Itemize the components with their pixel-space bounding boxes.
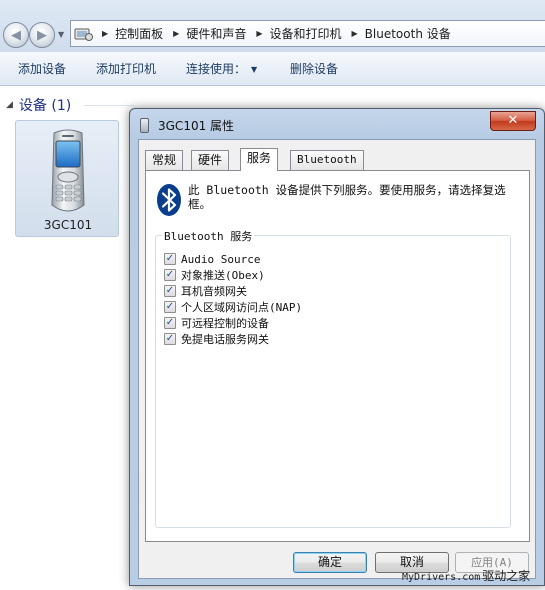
service-label: 可远程控制的设备 <box>181 317 269 330</box>
service-checkbox[interactable]: ✓ <box>164 301 176 313</box>
breadcrumb-separator-icon: ▶ <box>102 29 109 38</box>
phone-small-icon <box>140 118 149 133</box>
watermark: MyDrivers.com 驱动之家 <box>402 567 530 584</box>
service-label: Audio Source <box>181 252 261 266</box>
dialog-client-area: 常规 硬件 服务 Bluetooth 此 Bluetooth 设备提供下列服务。… <box>138 139 536 579</box>
chevron-down-icon: ▼ <box>251 65 258 74</box>
arrow-right-icon: ▶ <box>37 27 47 43</box>
devices-group-title: 设备 (1) <box>18 98 72 114</box>
service-label: 对象推送(Obex) <box>181 269 265 282</box>
back-button[interactable]: ◀ <box>3 22 29 48</box>
breadcrumb-bluetooth-devices[interactable]: Bluetooth 设备 <box>365 25 451 42</box>
services-tab-panel: 此 Bluetooth 设备提供下列服务。要使用服务，请选择复选框。 Bluet… <box>145 170 530 542</box>
close-icon: ✕ <box>507 113 519 128</box>
services-list: ✓ Audio Source ✓ 对象推送(Obex) ✓ 耳机音频网关 ✓ 个… <box>164 251 302 347</box>
command-bar: 添加设备 添加打印机 连接使用： ▼ 删除设备 <box>0 52 545 86</box>
service-checkbox[interactable]: ✓ <box>164 253 176 265</box>
service-item-headset-gateway[interactable]: ✓ 耳机音频网关 <box>164 283 302 299</box>
bluetooth-services-group: Bluetooth 服务 ✓ Audio Source ✓ 对象推送(Obex)… <box>155 228 511 528</box>
dialog-title-bar[interactable]: 3GC101 属性 ✕ <box>130 109 544 139</box>
device-name-label: 3GC101 <box>43 218 93 232</box>
collapse-triangle-icon[interactable]: ◢ <box>6 100 13 110</box>
service-item-handsfree-gateway[interactable]: ✓ 免提电话服务网关 <box>164 331 302 347</box>
tab-general[interactable]: 常规 <box>145 150 184 170</box>
service-checkbox[interactable]: ✓ <box>164 333 176 345</box>
explorer-navigation-bar: ◀ ▶ ▼ ▶ 控制面板 ▶ 硬件和声音 ▶ 设备和打印机 ▶ Bluetoot… <box>0 0 545 52</box>
breadcrumb-devices-and-printers[interactable]: 设备和打印机 <box>270 25 342 42</box>
breadcrumb-control-panel[interactable]: 控制面板 <box>115 25 163 42</box>
device-tile-3gc101[interactable]: 3GC101 <box>15 120 119 237</box>
breadcrumb-separator-icon: ▶ <box>256 29 263 38</box>
service-item-nap[interactable]: ✓ 个人区域网访问点(NAP) <box>164 299 302 315</box>
services-description: 此 Bluetooth 设备提供下列服务。要使用服务，请选择复选框。 <box>188 183 506 211</box>
services-group-label: Bluetooth 服务 <box>162 228 255 244</box>
properties-dialog: 3GC101 属性 ✕ 常规 硬件 服务 Bluetooth 此 Bluetoo… <box>129 108 545 586</box>
bluetooth-icon <box>157 184 181 216</box>
watermark-cn: 驱动之家 <box>482 569 531 583</box>
service-label: 耳机音频网关 <box>181 285 247 298</box>
service-item-object-push[interactable]: ✓ 对象推送(Obex) <box>164 267 302 283</box>
service-item-audio-source[interactable]: ✓ Audio Source <box>164 251 302 267</box>
breadcrumb-separator-icon: ▶ <box>173 29 180 38</box>
close-button[interactable]: ✕ <box>490 111 536 131</box>
forward-button[interactable]: ▶ <box>29 22 55 48</box>
tab-bluetooth[interactable]: Bluetooth <box>290 150 364 170</box>
connect-using-label: 连接使用： <box>186 62 247 76</box>
add-printer-button[interactable]: 添加打印机 <box>96 52 156 86</box>
tab-hardware[interactable]: 硬件 <box>191 150 230 170</box>
connect-using-menu[interactable]: 连接使用： ▼ <box>186 52 257 86</box>
breadcrumb-hardware-and-sound[interactable]: 硬件和声音 <box>186 25 246 42</box>
arrow-left-icon: ◀ <box>11 27 21 43</box>
service-checkbox[interactable]: ✓ <box>164 317 176 329</box>
dialog-title: 3GC101 属性 <box>158 119 235 133</box>
service-label: 个人区域网访问点(NAP) <box>181 301 303 314</box>
add-device-button[interactable]: 添加设备 <box>18 52 66 86</box>
mobile-phone-icon <box>51 129 85 212</box>
service-label: 免提电话服务网关 <box>181 333 269 346</box>
breadcrumb-separator-icon: ▶ <box>351 29 358 38</box>
service-checkbox[interactable]: ✓ <box>164 285 176 297</box>
ok-button[interactable]: 确定 <box>293 552 367 573</box>
control-panel-icon <box>74 26 94 42</box>
remove-device-button[interactable]: 删除设备 <box>290 52 338 86</box>
watermark-site: MyDrivers.com <box>402 572 481 583</box>
service-checkbox[interactable]: ✓ <box>164 269 176 281</box>
devices-group-header[interactable]: ◢ 设备 (1) <box>6 95 71 115</box>
address-bar[interactable]: ▶ 控制面板 ▶ 硬件和声音 ▶ 设备和打印机 ▶ Bluetooth 设备 <box>70 20 545 47</box>
group-divider <box>84 105 134 106</box>
tab-services[interactable]: 服务 <box>240 148 279 171</box>
recent-pages-dropdown-icon[interactable]: ▼ <box>58 30 64 39</box>
service-item-remote-control[interactable]: ✓ 可远程控制的设备 <box>164 315 302 331</box>
